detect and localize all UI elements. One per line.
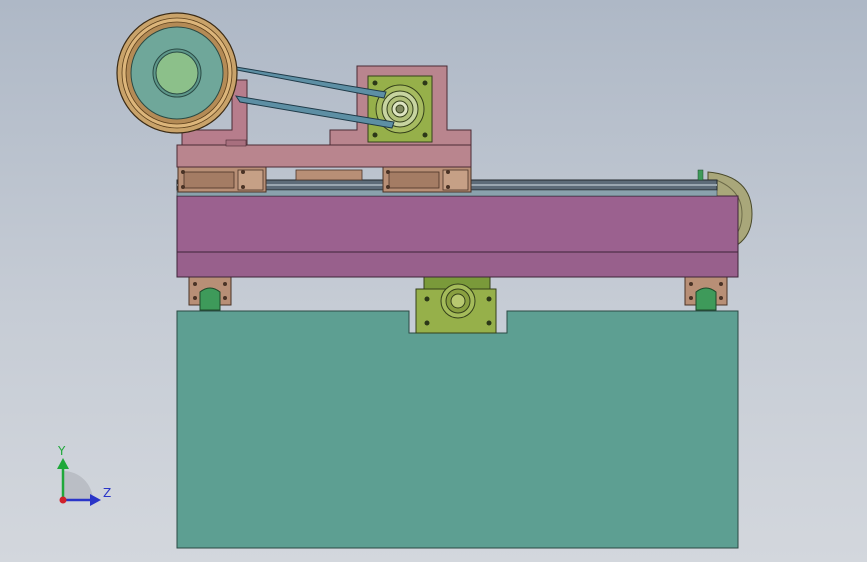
z-axis-label: Z bbox=[103, 486, 111, 500]
large-pulley[interactable] bbox=[116, 12, 238, 134]
rail-block-right[interactable] bbox=[684, 276, 728, 311]
upper-slider-middle[interactable] bbox=[295, 169, 363, 181]
z-axis-arrow bbox=[90, 494, 101, 506]
upper-slider-right[interactable] bbox=[382, 166, 472, 193]
orientation-triad: Y Z bbox=[57, 444, 111, 506]
base-block[interactable] bbox=[176, 310, 739, 549]
center-bearing-block[interactable] bbox=[415, 276, 497, 334]
x-axis-dot bbox=[59, 496, 67, 504]
cad-drawing[interactable]: Y Z bbox=[0, 0, 867, 562]
carriage-body[interactable] bbox=[176, 195, 739, 278]
y-axis-label: Y bbox=[57, 444, 66, 458]
upper-slider-left[interactable] bbox=[177, 166, 267, 193]
cad-viewport[interactable]: Y Z bbox=[0, 0, 867, 562]
rail-block-left[interactable] bbox=[188, 276, 232, 311]
y-axis-arrow bbox=[57, 458, 69, 469]
triad-quadrant bbox=[63, 470, 93, 500]
